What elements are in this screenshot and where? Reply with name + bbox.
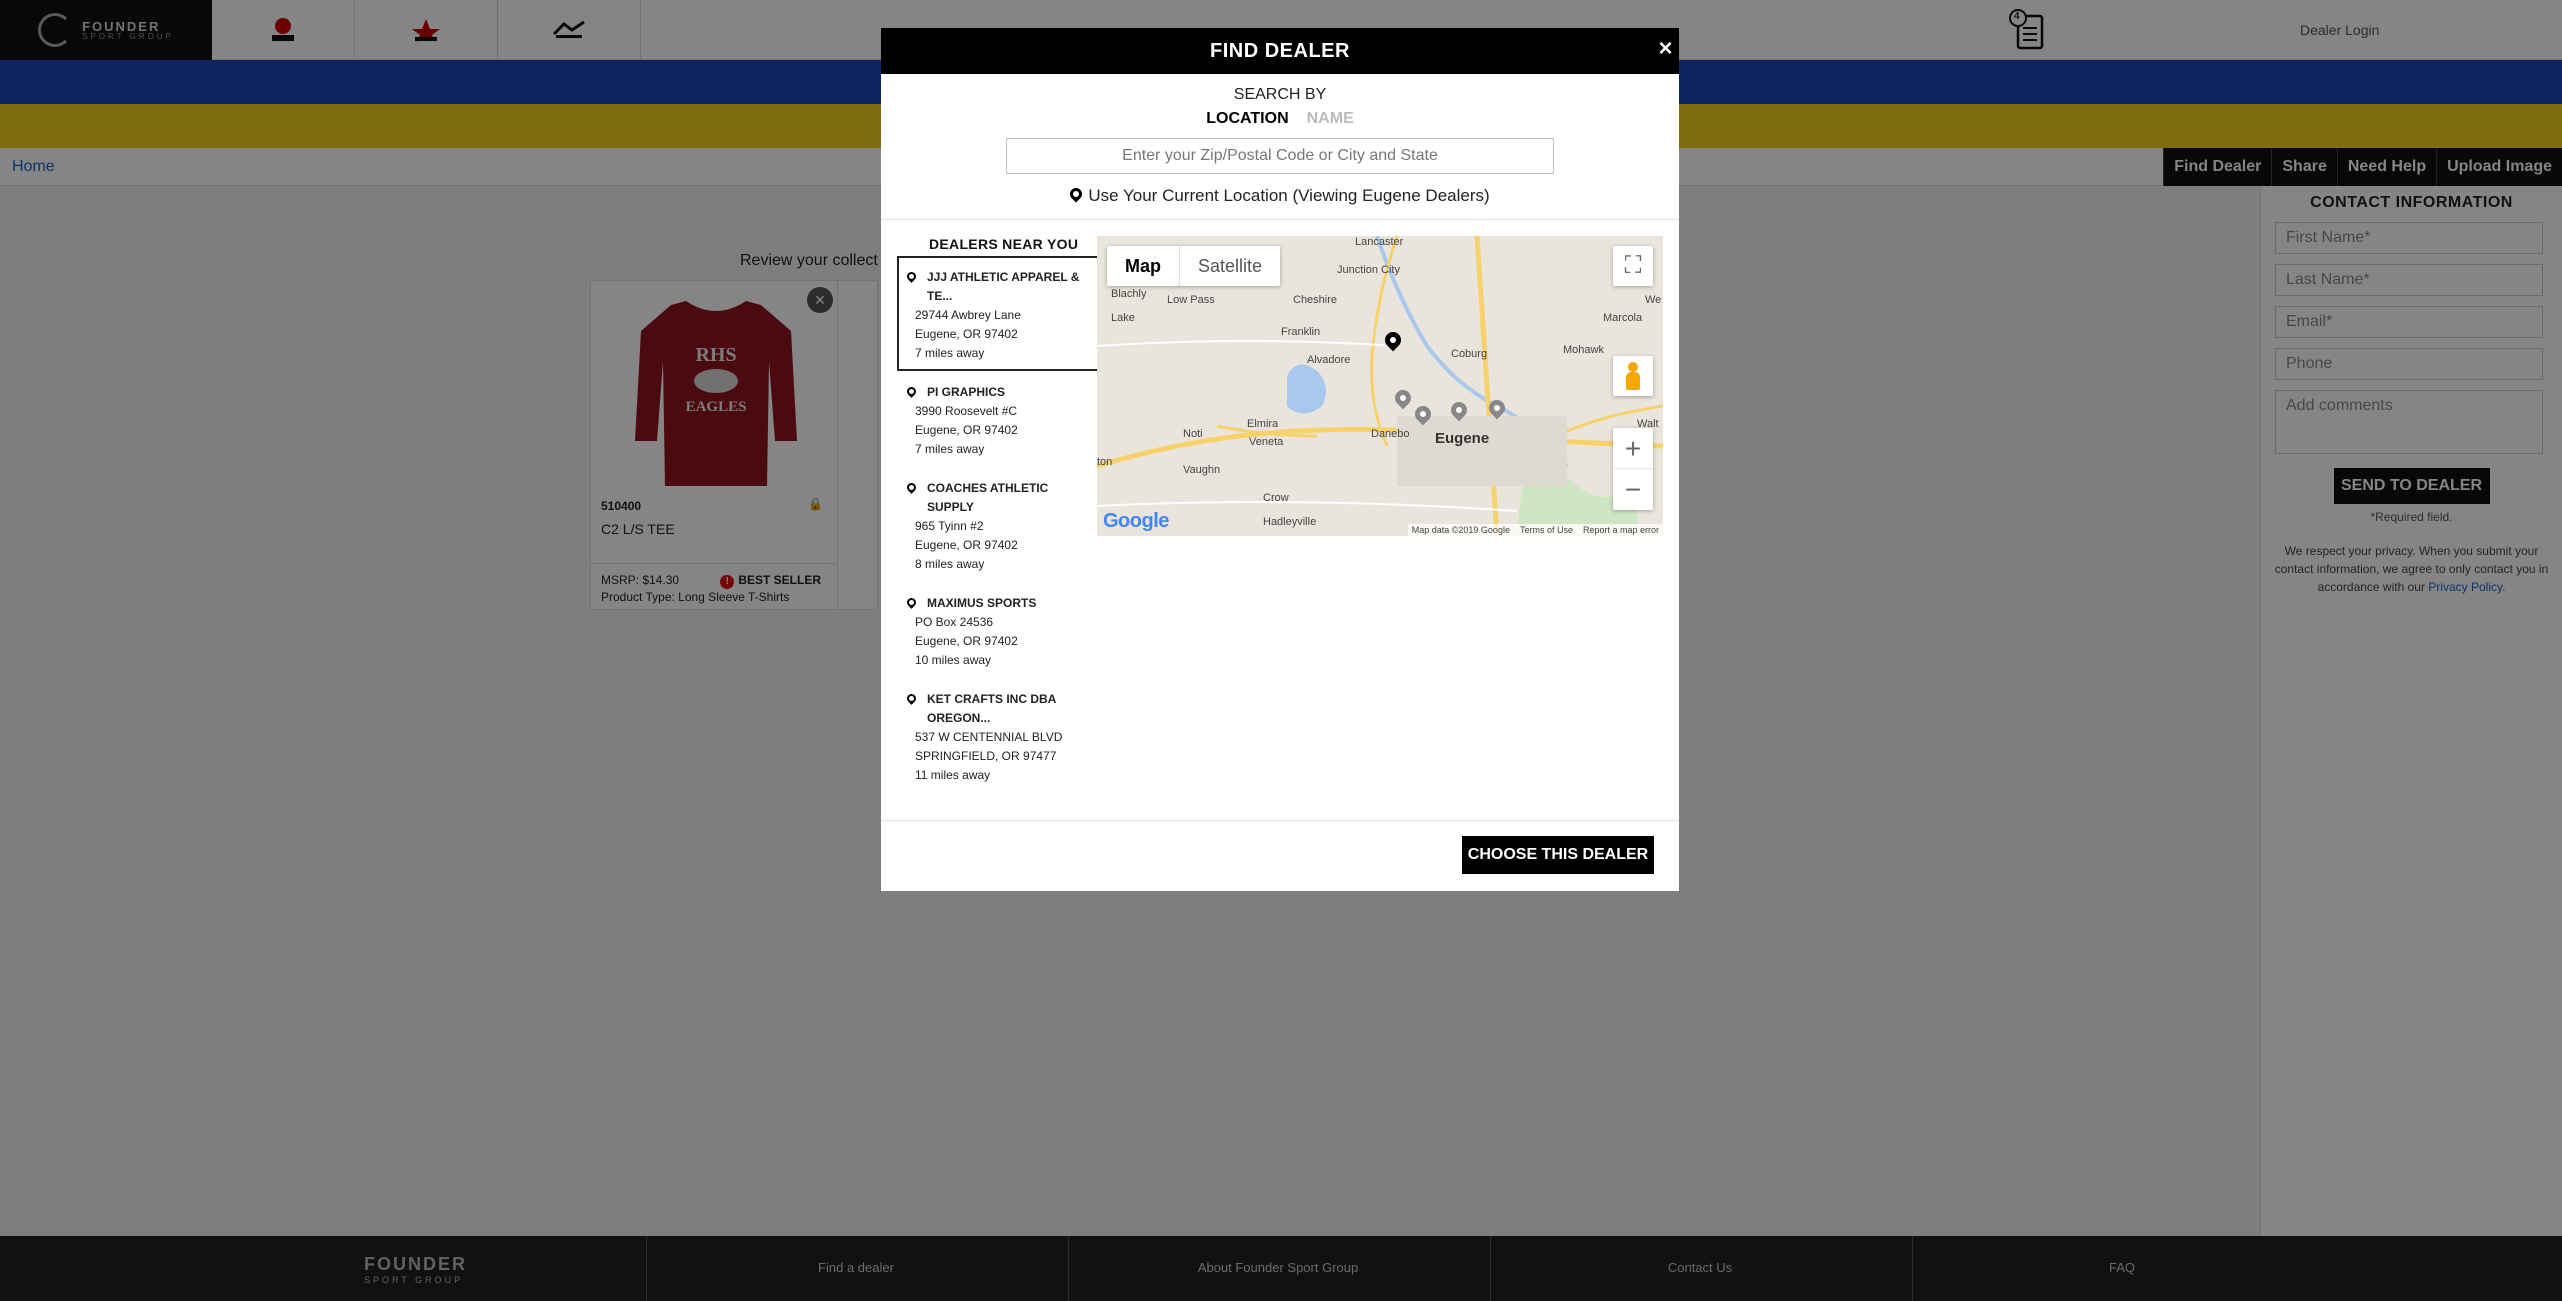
dealer-distance: 7 miles away <box>915 442 985 456</box>
map-label: Danebo <box>1371 428 1410 440</box>
map-attribution: Map data ©2019 Google Terms of Use Repor… <box>1407 524 1663 536</box>
map-label: Hadleyville <box>1263 516 1317 528</box>
divider <box>881 820 1679 821</box>
dealer-item[interactable]: PI GRAPHICS 3990 Roosevelt #C Eugene, OR… <box>897 371 1099 467</box>
divider <box>881 219 1679 220</box>
google-logo: Google <box>1103 510 1169 533</box>
map-label: Eugene <box>1435 430 1490 447</box>
fullscreen-icon[interactable]: ⛶ <box>1613 246 1653 286</box>
map-label: Walt <box>1637 418 1659 430</box>
dealer-name: MAXIMUS SPORTS <box>927 596 1037 610</box>
map-label: Lake <box>1111 312 1135 324</box>
use-current-location-link[interactable]: Use Your Current Location (Viewing Eugen… <box>881 185 1679 206</box>
dealer-distance: 7 miles away <box>915 346 985 360</box>
map-label: Cheshire <box>1293 294 1338 306</box>
choose-dealer-button[interactable]: CHOOSE THIS DEALER <box>1462 836 1654 874</box>
zoom-out-icon[interactable]: − <box>1613 469 1653 510</box>
map-label: Junction City <box>1337 264 1400 276</box>
map-label: Marcola <box>1603 312 1643 324</box>
search-by-label: SEARCH BY <box>1233 86 1327 103</box>
map-type-map-button[interactable]: Map <box>1107 246 1180 286</box>
report-map-error-link[interactable]: Report a map error <box>1583 524 1659 536</box>
pegman-head <box>1628 362 1638 372</box>
map-label: Veneta <box>1249 436 1284 448</box>
map-label: Alvadore <box>1307 354 1351 366</box>
map-label: Mohawk <box>1563 344 1604 356</box>
map-label: We <box>1645 294 1662 306</box>
dealer-item[interactable]: KET CRAFTS INC DBA OREGON... 537 W CENTE… <box>897 678 1099 793</box>
location-pin-icon <box>1067 185 1085 203</box>
dealers-near-title: DEALERS NEAR YOU <box>929 236 1079 252</box>
dealer-name: JJJ ATHLETIC APPAREL & TE... <box>927 270 1080 303</box>
street-view-pegman-icon[interactable] <box>1613 356 1653 396</box>
map-type-control: Map Satellite <box>1107 246 1281 286</box>
dealer-name: KET CRAFTS INC DBA OREGON... <box>927 692 1056 725</box>
dealer-city: Eugene, OR 97402 <box>915 423 1018 437</box>
map-label: Lancaster <box>1355 236 1404 248</box>
dealer-distance: 10 miles away <box>915 653 992 667</box>
map-label: Vaughn <box>1183 464 1221 476</box>
dealer-list: JJJ ATHLETIC APPAREL & TE... 29744 Awbre… <box>897 256 1099 793</box>
dealer-address: PO Box 24536 <box>915 615 994 629</box>
map-label: Elmira <box>1247 418 1279 430</box>
map-label: Blachly <box>1111 288 1147 300</box>
dealer-item[interactable]: JJJ ATHLETIC APPAREL & TE... 29744 Awbre… <box>897 256 1099 371</box>
dealer-address: 3990 Roosevelt #C <box>915 404 1018 418</box>
dealer-city: Eugene, OR 97402 <box>915 634 1018 648</box>
dealer-address: 965 Tyinn #2 <box>915 519 984 533</box>
terms-of-use-link[interactable]: Terms of Use <box>1520 524 1573 536</box>
zoom-in-icon[interactable]: + <box>1613 428 1653 469</box>
map-label: Noti <box>1183 428 1203 440</box>
close-icon[interactable]: × <box>1658 28 1673 70</box>
map-data-credit: Map data ©2019 Google <box>1411 525 1510 535</box>
dealer-name: COACHES ATHLETIC SUPPLY <box>927 481 1049 514</box>
location-search-input[interactable] <box>1006 138 1554 174</box>
dealer-city: Eugene, OR 97402 <box>915 327 1018 341</box>
map-type-satellite-button[interactable]: Satellite <box>1180 246 1280 286</box>
dealer-address: 29744 Awbrey Lane <box>915 308 1021 322</box>
dealer-item[interactable]: MAXIMUS SPORTS PO Box 24536 Eugene, OR 9… <box>897 582 1099 678</box>
find-dealer-modal: FIND DEALER × SEARCH BY LOCATION NAME Us… <box>881 28 1679 891</box>
dealer-distance: 8 miles away <box>915 557 985 571</box>
map-label: Coburg <box>1451 348 1488 360</box>
modal-header: FIND DEALER × <box>881 28 1679 74</box>
pegman-body <box>1626 372 1640 390</box>
dealer-city: Eugene, OR 97402 <box>915 538 1018 552</box>
map-label: Crow <box>1263 492 1289 504</box>
use-location-label: Use Your Current Location (Viewing Eugen… <box>1088 186 1490 205</box>
modal-title: FIND DEALER <box>1210 40 1350 62</box>
dealer-item[interactable]: COACHES ATHLETIC SUPPLY 965 Tyinn #2 Eug… <box>897 467 1099 582</box>
map-label: Franklin <box>1281 326 1321 338</box>
google-logo-text: Google <box>1103 510 1169 532</box>
map-label: Low Pass <box>1167 294 1215 306</box>
search-tabs: LOCATION NAME <box>881 110 1679 128</box>
zoom-control: + − <box>1613 428 1653 510</box>
map-label: ton <box>1097 456 1113 468</box>
dealer-distance: 11 miles away <box>915 768 991 782</box>
tab-location[interactable]: LOCATION <box>1206 110 1288 128</box>
dealer-address: 537 W CENTENNIAL BLVD <box>915 730 1063 744</box>
tab-name[interactable]: NAME <box>1307 110 1354 128</box>
dealer-name: PI GRAPHICS <box>927 385 1006 399</box>
dealer-map[interactable]: Map Satellite ⛶ + − Lancaster Junction C… <box>1097 236 1663 536</box>
dealer-city: SPRINGFIELD, OR 97477 <box>915 749 1057 763</box>
